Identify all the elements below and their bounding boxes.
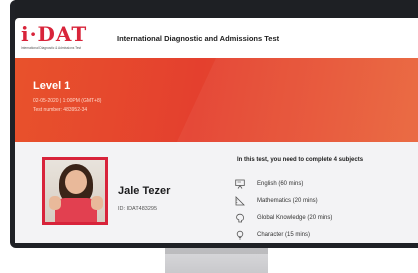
level-banner: Level 1 02-05-2020 | 1:00PM (GMT+8) Test…: [15, 58, 418, 142]
main-content: Jale Tezer ID: IDAT483295 In this test, …: [15, 142, 418, 243]
list-item: Character (15 mins): [235, 226, 415, 243]
logo-tagline: International Diagnostic & Admissions Te…: [21, 46, 82, 50]
brain-icon: [235, 213, 245, 223]
banner-meta: 02-05-2020 | 1:00PM (GMT+8) Test number:…: [33, 97, 101, 115]
banner-decoration: [150, 58, 418, 142]
idat-logo[interactable]: i·DAT International Diagnostic & Admissi…: [21, 23, 105, 53]
test-number: Test number: 483952-34: [33, 107, 88, 113]
test-datetime: 02-05-2020 | 1:00PM (GMT+8): [33, 98, 102, 104]
candidate-id: ID: IDAT483295: [118, 206, 158, 212]
presentation-icon: [235, 179, 245, 189]
list-item: Mathematics (20 mins): [235, 192, 415, 209]
subject-label: Mathematics (20 mins): [257, 197, 318, 204]
stand-shadow: [165, 248, 268, 254]
subject-label: English (60 mins): [257, 180, 304, 187]
app-title: International Diagnostic and Admissions …: [117, 33, 280, 43]
monitor: i·DAT International Diagnostic & Admissi…: [0, 0, 418, 273]
ruler-icon: [235, 195, 245, 206]
avatar: [45, 160, 105, 222]
logo-text: i·DAT: [21, 22, 88, 46]
app-header: i·DAT International Diagnostic & Admissi…: [15, 18, 418, 58]
subject-label: Character (15 mins): [257, 231, 311, 238]
candidate-photo: [42, 157, 108, 225]
list-item: Global Knowledge (20 mins): [235, 209, 415, 226]
subjects-heading: In this test, you need to complete 4 sub…: [237, 157, 364, 163]
list-item: English (60 mins): [235, 175, 415, 192]
subject-label: Global Knowledge (20 mins): [257, 214, 333, 221]
screen: i·DAT International Diagnostic & Admissi…: [15, 0, 418, 243]
subject-list: English (60 mins) Mathematics (20 mins) …: [235, 175, 415, 243]
candidate-name: Jale Tezer: [118, 185, 171, 197]
lightbulb-icon: [235, 230, 245, 240]
level-title: Level 1: [33, 80, 71, 92]
